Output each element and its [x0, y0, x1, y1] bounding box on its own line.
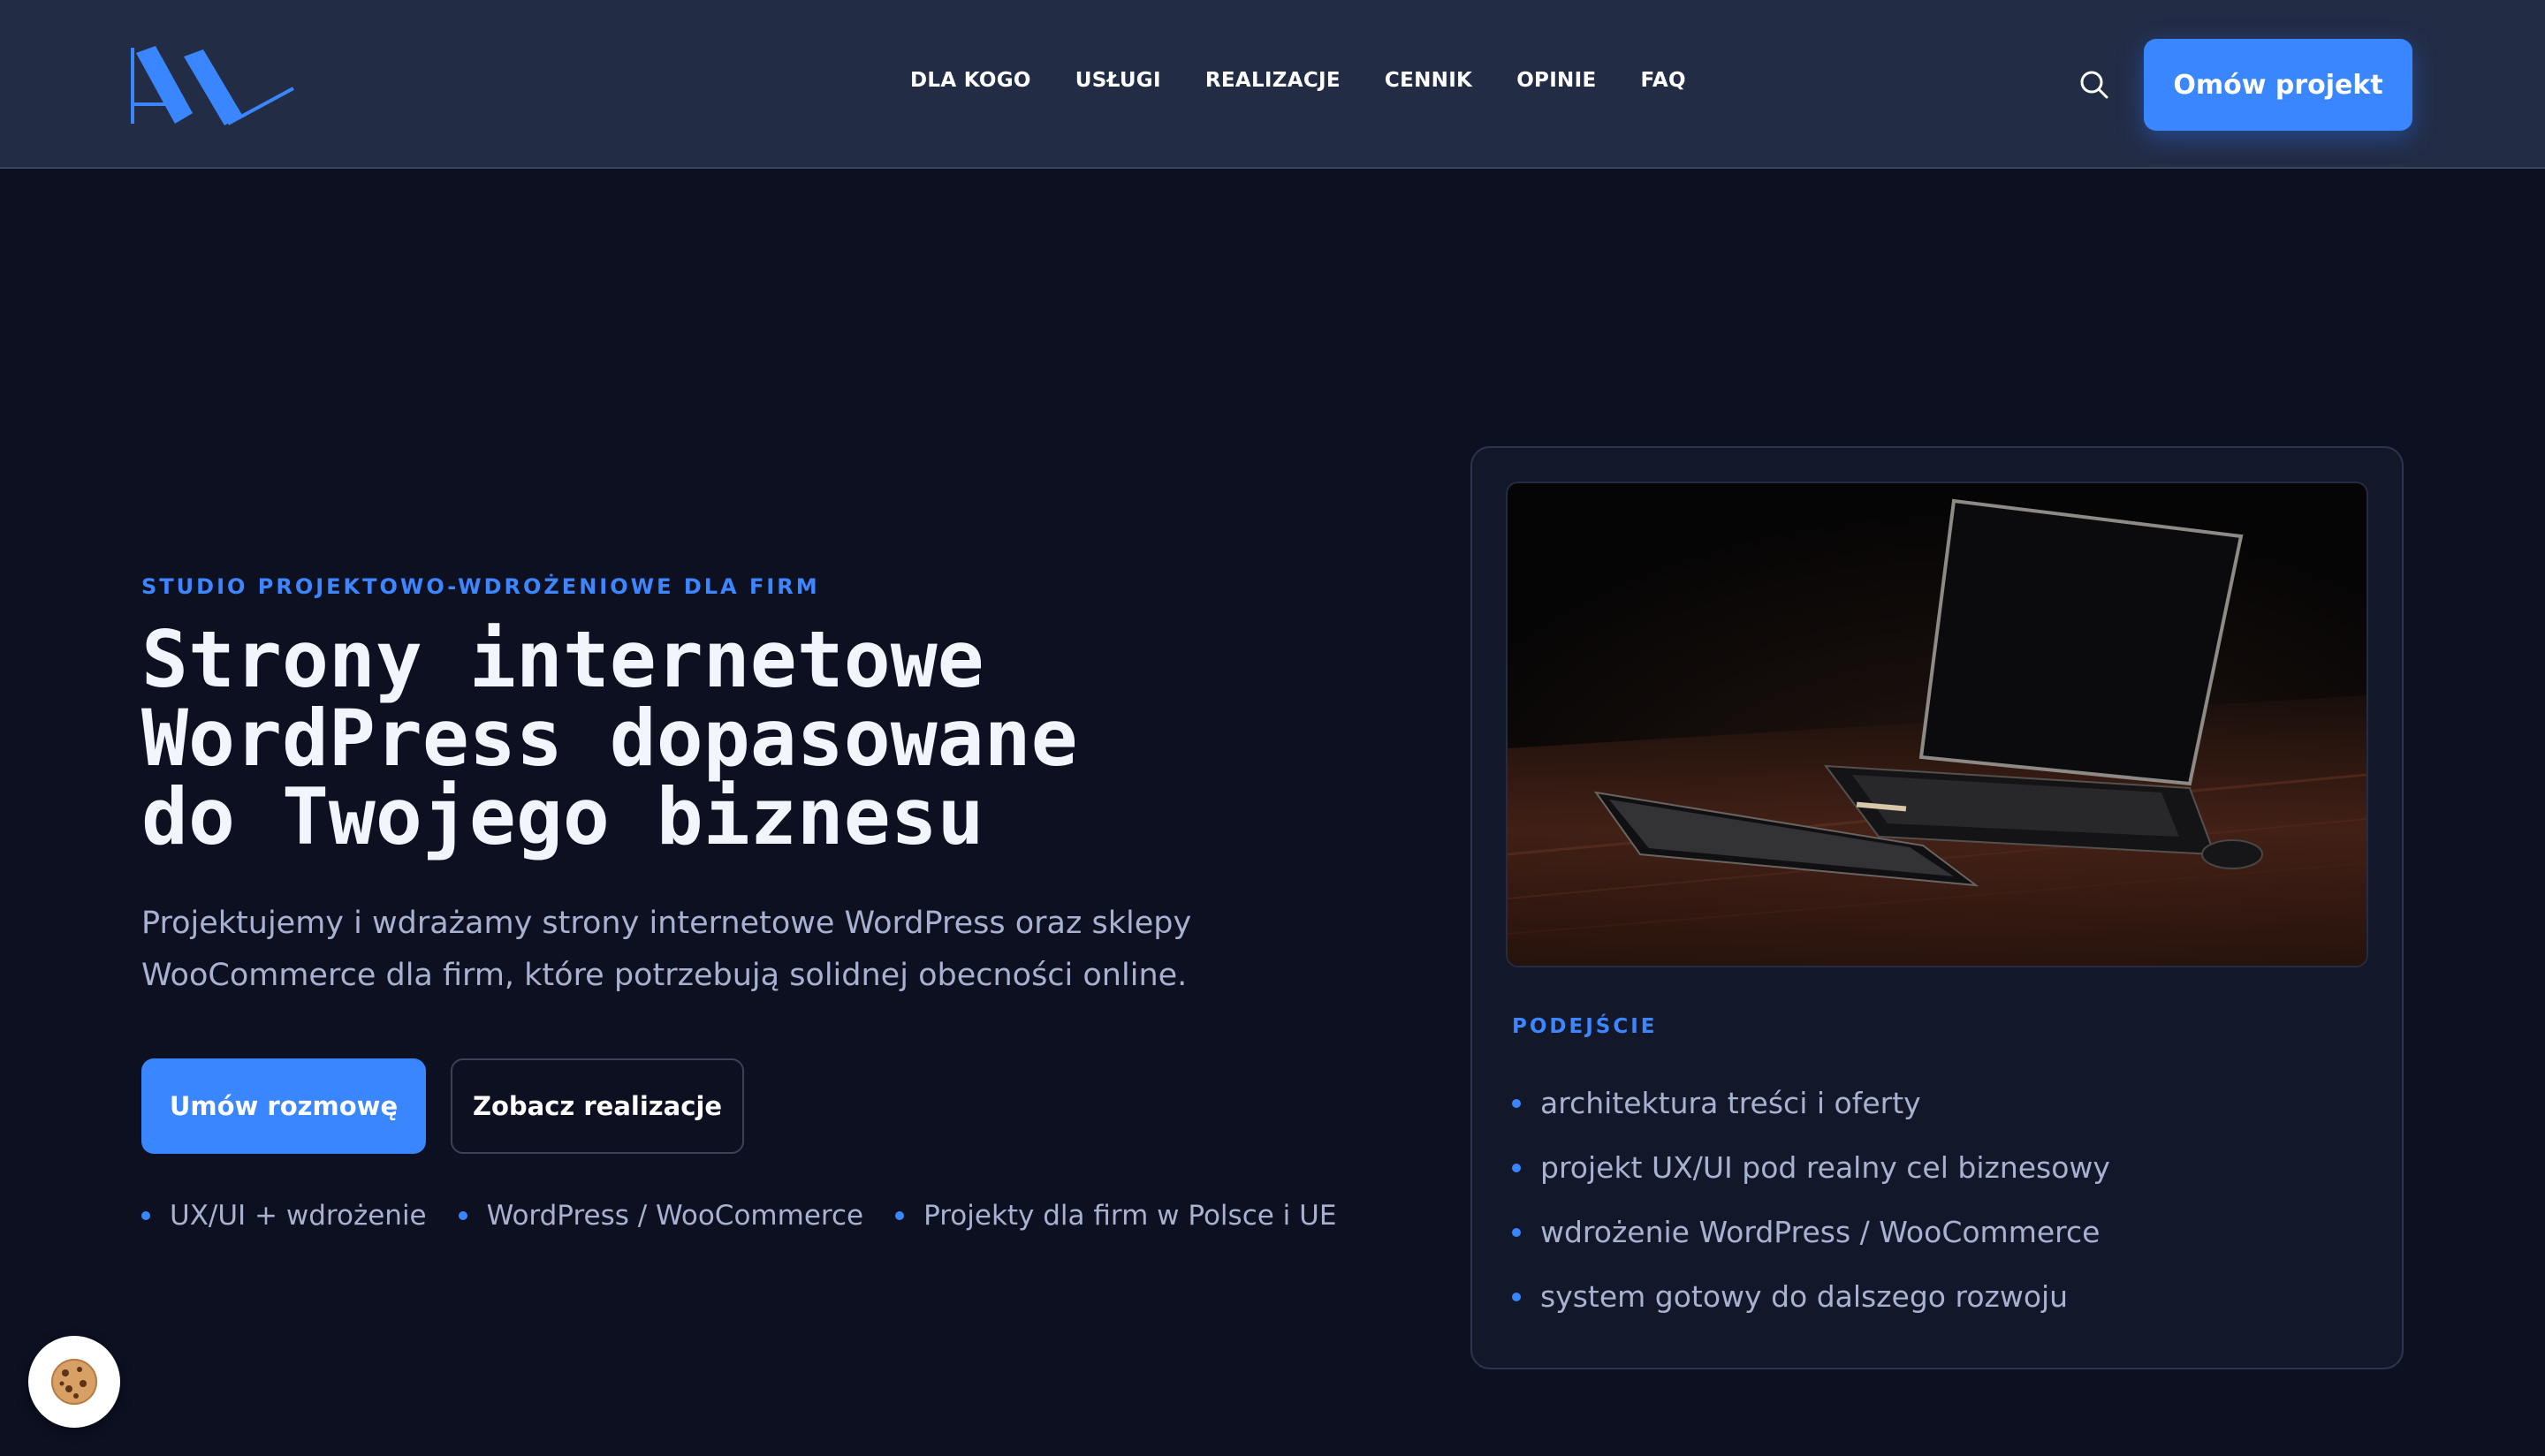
bullet-icon [141, 1211, 150, 1220]
laptop-illustration [1508, 483, 2366, 966]
main-nav: DLA KOGO USŁUGI REALIZACJE CENNIK OPINIE… [910, 69, 1686, 92]
nav-item-dla-kogo[interactable]: DLA KOGO [910, 69, 1031, 92]
bullet-icon [1512, 1292, 1521, 1301]
cookie-settings-button[interactable] [28, 1336, 120, 1428]
list-item-label: projekt UX/UI pod realny cel biznesowy [1540, 1150, 2110, 1185]
bullet-icon [1512, 1163, 1521, 1172]
approach-label: PODEJŚCIE [1512, 1015, 1658, 1038]
tag-label: UX/UI + wdrożenie [170, 1200, 427, 1232]
list-item: system gotowy do dalszego rozwoju [1512, 1264, 2110, 1329]
list-item: wdrożenie WordPress / WooCommerce [1512, 1200, 2110, 1264]
nav-item-realizacje[interactable]: REALIZACJE [1205, 69, 1341, 92]
tag-item: UX/UI + wdrożenie [141, 1200, 427, 1232]
hero-tags: UX/UI + wdrożenie WordPress / WooCommerc… [141, 1200, 1368, 1232]
bullet-icon [458, 1211, 467, 1220]
see-projects-button[interactable]: Zobacz realizacje [451, 1058, 744, 1154]
nav-item-cennik[interactable]: CENNIK [1385, 69, 1472, 92]
list-item: projekt UX/UI pod realny cel biznesowy [1512, 1135, 2110, 1200]
brand-logo[interactable] [129, 42, 299, 129]
site-header: DLA KOGO USŁUGI REALIZACJE CENNIK OPINIE… [0, 0, 2545, 169]
order-project-button[interactable]: Omów projekt [2144, 39, 2412, 131]
list-item-label: wdrożenie WordPress / WooCommerce [1540, 1215, 2101, 1249]
tag-item: Projekty dla firm w Polsce i UE [895, 1200, 1336, 1232]
cookie-icon [51, 1359, 97, 1405]
search-icon [2080, 71, 2108, 99]
headline-line: do Twojego biznesu [141, 771, 984, 862]
list-item-label: system gotowy do dalszego rozwoju [1540, 1279, 2069, 1314]
tag-item: WordPress / WooCommerce [458, 1200, 864, 1232]
laptop-keyboard-photo [1506, 482, 2368, 967]
list-item: architektura treści i oferty [1512, 1071, 2110, 1135]
tag-label: Projekty dla firm w Polsce i UE [923, 1200, 1337, 1232]
approach-list: architektura treści i oferty projekt UX/… [1512, 1071, 2110, 1329]
nav-item-faq[interactable]: FAQ [1640, 69, 1685, 92]
hero-headline: Strony internetowe WordPress dopasowane … [141, 620, 1423, 856]
headline-line: WordPress dopasowane [141, 693, 1078, 784]
hero-lead: Projektujemy i wdrażamy strony interneto… [141, 906, 1192, 993]
hero-eyebrow: STUDIO PROJEKTOWO-WDROŻENIOWE DLA FIRM [141, 574, 820, 599]
nav-item-opinie[interactable]: OPINIE [1516, 69, 1596, 92]
tag-label: WordPress / WooCommerce [486, 1200, 864, 1232]
approach-card: PODEJŚCIE architektura treści i oferty p… [1470, 446, 2404, 1369]
headline-line: Strony internetowe [141, 614, 984, 705]
bullet-icon [1512, 1098, 1521, 1108]
book-call-button[interactable]: Umów rozmowę [141, 1058, 426, 1154]
logo-mark-icon [131, 46, 294, 125]
nav-item-uslugi[interactable]: USŁUGI [1075, 69, 1161, 92]
bullet-icon [895, 1211, 905, 1220]
list-item-label: architektura treści i oferty [1540, 1086, 1921, 1120]
search-button[interactable] [2077, 67, 2112, 102]
bullet-icon [1512, 1227, 1521, 1237]
